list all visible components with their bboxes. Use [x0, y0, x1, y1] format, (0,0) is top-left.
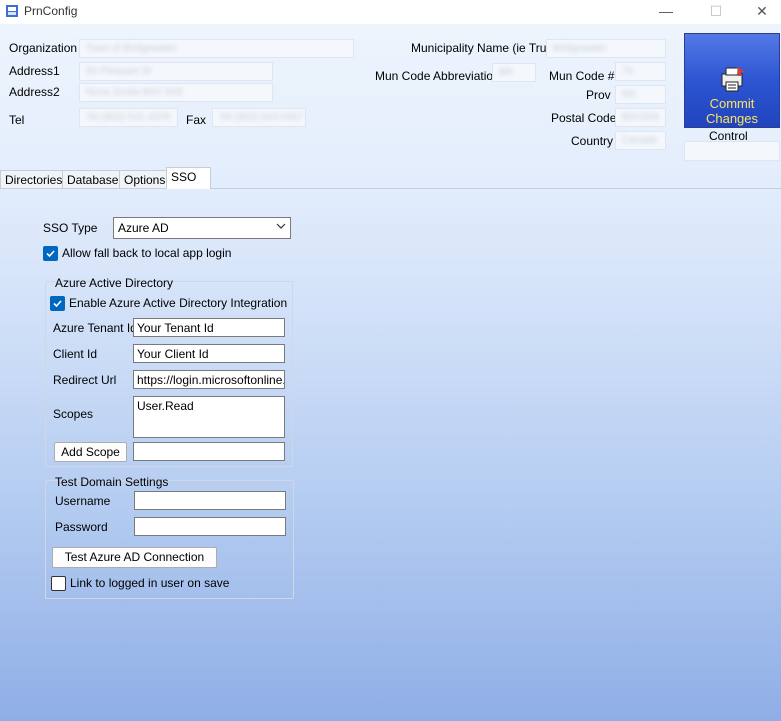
- tenant-id-input[interactable]: Your Tenant Id: [133, 318, 285, 337]
- tab-sso[interactable]: SSO: [166, 167, 211, 189]
- fax-field[interactable]: Tel (902) 543-0467: [212, 108, 306, 127]
- printer-save-icon: [721, 67, 745, 92]
- address2-label: Address2: [9, 85, 60, 99]
- azure-ad-group-title: Azure Active Directory: [55, 276, 174, 290]
- minimize-button[interactable]: —: [643, 0, 689, 24]
- postal-code-label: Postal Code: [551, 111, 617, 125]
- tab-directories[interactable]: Directories: [0, 170, 67, 189]
- prov-field[interactable]: NS: [615, 85, 666, 104]
- prov-label: Prov: [586, 88, 611, 102]
- window-title: PrnConfig: [24, 4, 78, 18]
- close-button[interactable]: ✕: [739, 0, 781, 24]
- add-scope-button[interactable]: Add Scope: [54, 442, 127, 462]
- scopes-label: Scopes: [53, 407, 94, 421]
- fallback-label: Allow fall back to local app login: [62, 246, 232, 260]
- password-label: Password: [55, 520, 108, 534]
- tab-panel-border: [0, 188, 781, 189]
- country-label: Country: [571, 134, 614, 148]
- sso-type-label: SSO Type: [43, 221, 98, 235]
- address1-field[interactable]: 60 Pleasant St: [79, 62, 273, 81]
- commit-line2: Changes: [705, 111, 759, 126]
- chevron-down-icon: [276, 223, 286, 229]
- control-field[interactable]: [684, 141, 780, 161]
- organization-label: Organization: [9, 41, 78, 55]
- redirect-url-input[interactable]: https://login.microsoftonline.com: [133, 370, 285, 389]
- address1-label: Address1: [9, 64, 60, 78]
- sso-type-select[interactable]: Azure AD: [113, 217, 291, 239]
- username-input[interactable]: [134, 491, 286, 510]
- checkmark-icon: [46, 250, 55, 258]
- client-id-input[interactable]: Your Client Id: [133, 344, 285, 363]
- enable-azure-label: Enable Azure Active Directory Integratio…: [69, 296, 288, 310]
- app-icon: [6, 5, 18, 17]
- enable-azure-checkbox[interactable]: [50, 296, 65, 311]
- commit-changes-button[interactable]: Commit Changes: [684, 33, 780, 128]
- postal-code-field[interactable]: B4V3X9: [615, 108, 666, 127]
- checkmark-icon: [53, 300, 62, 308]
- new-scope-input[interactable]: [133, 442, 285, 461]
- client-id-label: Client Id: [53, 347, 98, 361]
- mun-code-label: Mun Code #: [549, 69, 615, 83]
- link-user-label: Link to logged in user on save: [70, 576, 230, 590]
- commit-line1: Commit: [709, 96, 755, 111]
- password-input[interactable]: [134, 517, 286, 536]
- test-domain-group-title: Test Domain Settings: [55, 475, 169, 489]
- fax-label: Fax: [186, 113, 207, 127]
- test-azure-connection-button[interactable]: Test Azure AD Connection: [52, 547, 217, 568]
- municipality-label: Municipality Name (ie Truro): [411, 41, 562, 55]
- address2-field[interactable]: Nova Scotia B4V 3X9: [79, 83, 273, 102]
- maximize-button[interactable]: ☐: [693, 0, 739, 24]
- sso-type-value: Azure AD: [118, 221, 169, 235]
- scopes-list[interactable]: User.Read: [133, 396, 285, 438]
- fallback-checkbox[interactable]: [43, 246, 58, 261]
- username-label: Username: [55, 494, 111, 508]
- mun-code-abbrev-field[interactable]: BR: [492, 63, 536, 82]
- organization-field[interactable]: Town of Bridgewater: [79, 39, 354, 58]
- country-field[interactable]: Canada: [615, 131, 666, 150]
- tab-options[interactable]: Options: [119, 170, 171, 189]
- tel-label: Tel: [9, 113, 25, 127]
- tel-field[interactable]: Tel (902) 541-4378: [79, 108, 178, 127]
- link-user-checkbox[interactable]: [51, 576, 66, 591]
- mun-code-abbrev-label: Mun Code Abbreviation: [375, 69, 500, 83]
- mun-code-field[interactable]: 75: [615, 62, 666, 81]
- tenant-id-label: Azure Tenant Id: [53, 321, 137, 335]
- municipality-field[interactable]: Bridgewater: [546, 39, 666, 58]
- redirect-url-label: Redirect Url: [53, 373, 117, 387]
- tab-database[interactable]: Database: [62, 170, 122, 189]
